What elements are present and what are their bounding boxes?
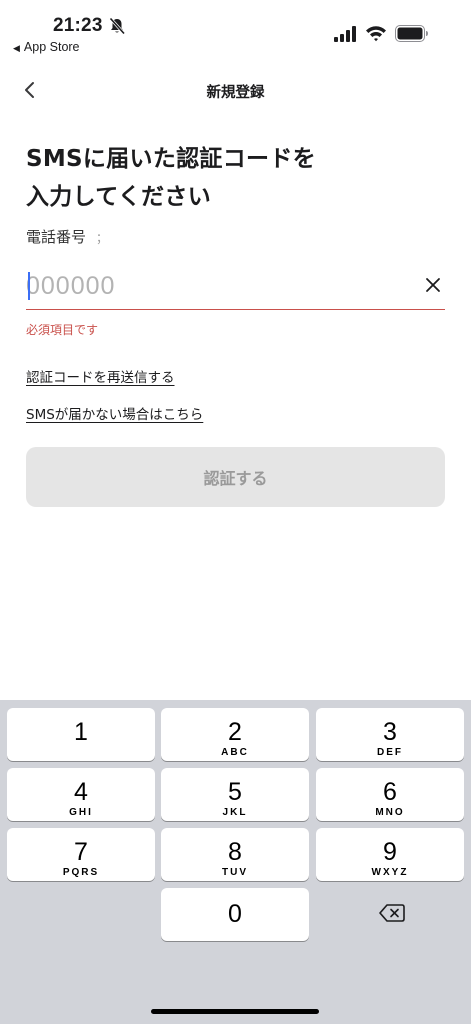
key-digit: 1 bbox=[74, 718, 88, 746]
key-digit: 7 bbox=[74, 838, 88, 866]
no-sms-help-link[interactable]: SMSが届かない場合はこちら bbox=[26, 403, 203, 423]
key-letters: MNO bbox=[375, 807, 405, 818]
phone-number-row: 電話番号 ； bbox=[26, 226, 108, 247]
heading-line-1: SMSに届いた認証コードを bbox=[26, 146, 316, 172]
instruction-heading: SMSに届いた認証コードを 入力してください bbox=[26, 140, 446, 216]
key-digit: 2 bbox=[228, 718, 242, 746]
status-time: 21:23 bbox=[53, 15, 103, 36]
key-2[interactable]: 2 ABC bbox=[161, 708, 309, 761]
delete-key[interactable] bbox=[316, 888, 464, 941]
key-9[interactable]: 9 WXYZ bbox=[316, 828, 464, 881]
key-digit: 0 bbox=[228, 900, 242, 928]
key-5[interactable]: 5 JKL bbox=[161, 768, 309, 821]
page-title: 新規登録 bbox=[206, 85, 265, 101]
battery-icon bbox=[395, 25, 428, 42]
key-1[interactable]: 1 bbox=[7, 708, 155, 761]
key-digit: 5 bbox=[228, 778, 242, 806]
verification-code-input[interactable] bbox=[26, 268, 406, 304]
key-letters: GHI bbox=[69, 807, 93, 818]
verify-button[interactable]: 認証する bbox=[26, 447, 445, 507]
bell-slash-icon bbox=[109, 17, 126, 35]
back-app-label: App Store bbox=[23, 40, 80, 54]
key-letters: TUV bbox=[222, 867, 248, 878]
key-0[interactable]: 0 bbox=[161, 888, 309, 941]
key-3[interactable]: 3 DEF bbox=[316, 708, 464, 761]
clear-icon[interactable] bbox=[423, 275, 443, 295]
required-error-text: 必須項目です bbox=[26, 323, 99, 337]
key-digit: 9 bbox=[383, 838, 397, 866]
resend-code-link[interactable]: 認証コードを再送信する bbox=[26, 366, 175, 386]
key-digit: 6 bbox=[383, 778, 397, 806]
key-digit: 3 bbox=[383, 718, 397, 746]
key-6[interactable]: 6 MNO bbox=[316, 768, 464, 821]
heading-line-2: 入力してください bbox=[26, 184, 212, 210]
phone-number-label: 電話番号 bbox=[26, 228, 87, 246]
key-letters: JKL bbox=[222, 807, 248, 818]
key-letters: DEF bbox=[377, 747, 403, 758]
key-letters: WXYZ bbox=[371, 867, 409, 878]
key-digit: 8 bbox=[228, 838, 242, 866]
verification-code-field bbox=[26, 262, 445, 310]
key-letters: ABC bbox=[221, 747, 249, 758]
cellular-signal-icon bbox=[334, 26, 356, 42]
phone-number-value: ； bbox=[96, 231, 109, 245]
key-7[interactable]: 7 PQRS bbox=[7, 828, 155, 881]
key-letters: PQRS bbox=[62, 867, 100, 878]
back-triangle-icon: ◀ bbox=[13, 43, 20, 53]
key-digit: 4 bbox=[74, 778, 88, 806]
key-4[interactable]: 4 GHI bbox=[7, 768, 155, 821]
text-caret bbox=[28, 272, 30, 300]
wifi-icon bbox=[366, 26, 386, 42]
home-indicator[interactable] bbox=[151, 1009, 319, 1014]
status-bar: 21:23 ◀ App Store bbox=[0, 0, 471, 60]
delete-backspace-icon bbox=[379, 904, 405, 922]
key-8[interactable]: 8 TUV bbox=[161, 828, 309, 881]
back-to-app-store[interactable]: ◀ App Store bbox=[13, 40, 80, 54]
navigation-bar: 新規登録 bbox=[0, 72, 471, 108]
